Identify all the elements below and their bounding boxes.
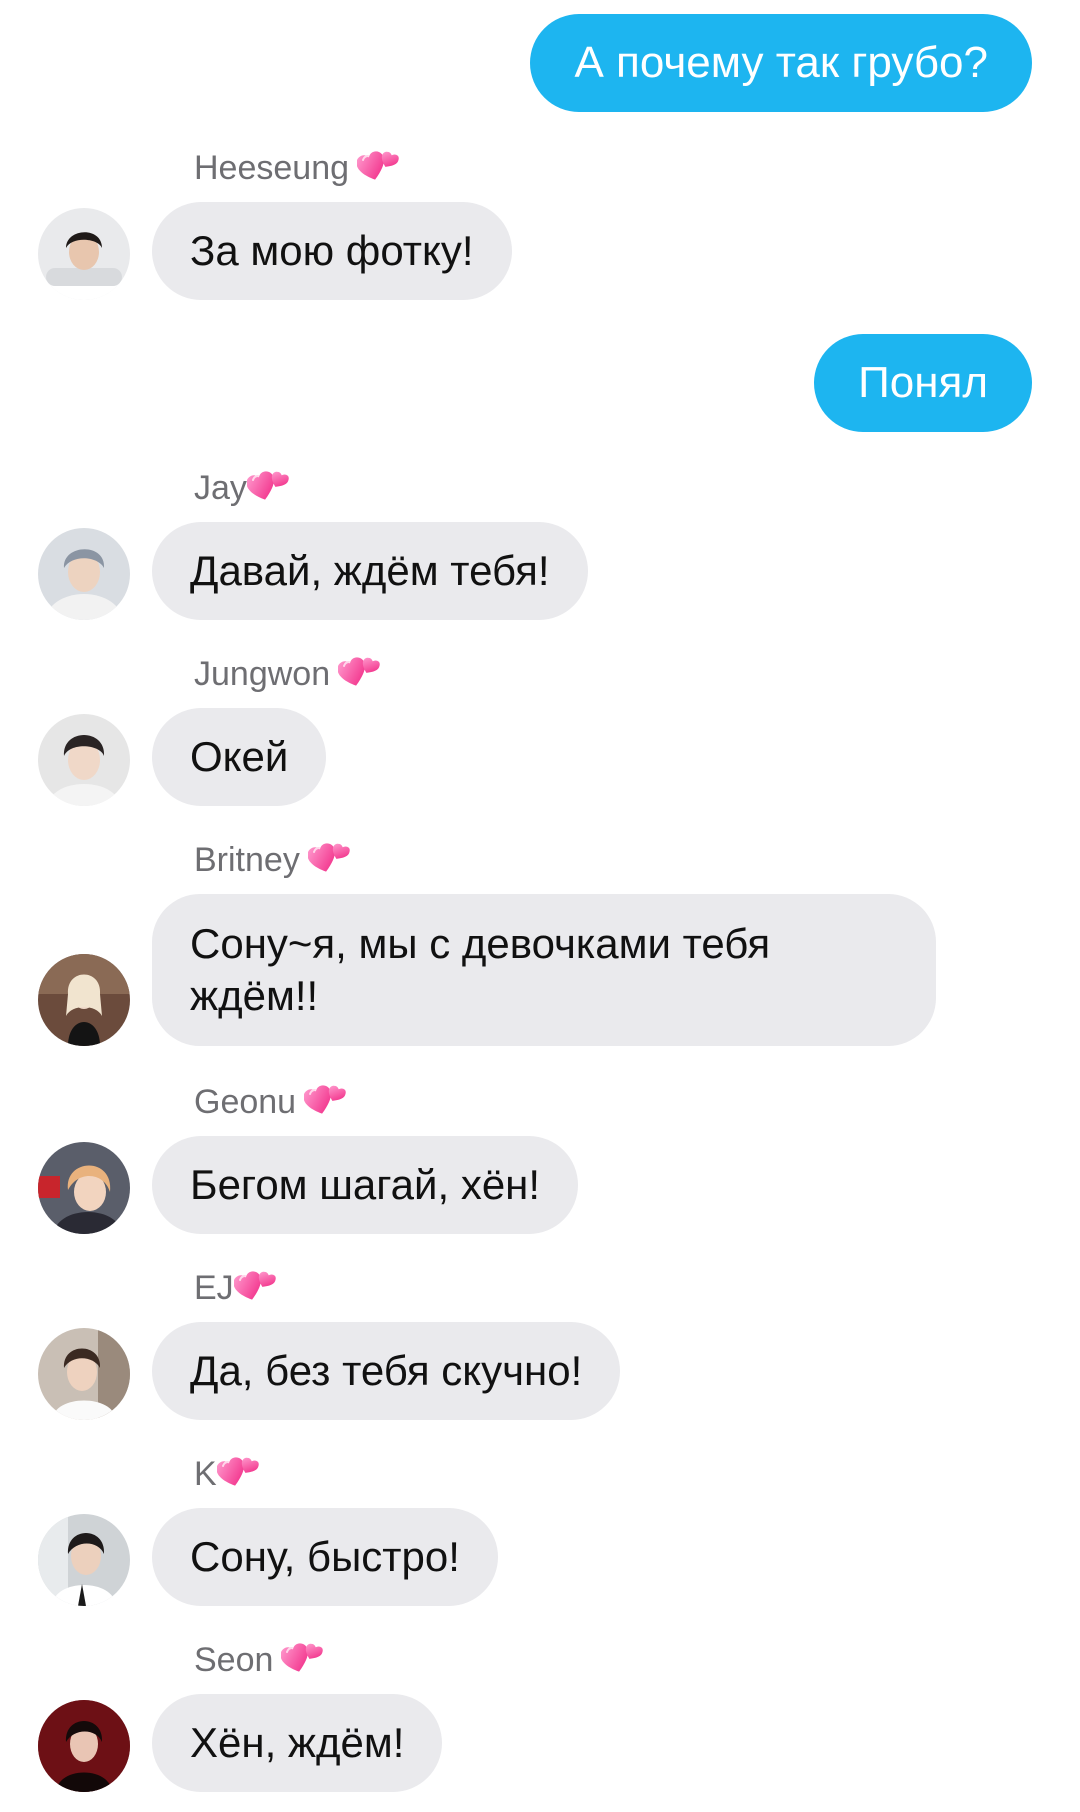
incoming-message[interactable]: Бегом шагай, хён! xyxy=(152,1136,579,1234)
sender-name: Geonu xyxy=(194,1080,346,1124)
two-hearts-icon xyxy=(247,470,289,506)
sender-name-text: Heeseung xyxy=(194,148,350,187)
two-hearts-icon xyxy=(304,1084,346,1120)
outgoing-message[interactable]: А почему так грубо? xyxy=(530,14,1032,112)
two-hearts-icon xyxy=(357,150,399,186)
avatar[interactable] xyxy=(38,1142,130,1234)
sender-name: Heeseung xyxy=(194,146,399,190)
incoming-message[interactable]: За мою фотку! xyxy=(152,202,512,300)
two-hearts-icon xyxy=(281,1642,323,1678)
incoming-message[interactable]: Окей xyxy=(152,708,327,806)
incoming-message[interactable]: Сону~я, мы с девочками тебя ждём!! xyxy=(152,894,936,1046)
sender-name-text: Geonu xyxy=(194,1082,297,1121)
two-hearts-icon xyxy=(234,1270,276,1306)
sender-name-text: Jungwon xyxy=(194,654,331,693)
two-hearts-icon xyxy=(308,842,350,878)
two-hearts-icon xyxy=(338,656,380,692)
sender-name: Jay xyxy=(194,466,289,510)
outgoing-message[interactable]: Понял xyxy=(814,334,1032,432)
two-hearts-icon xyxy=(217,1456,259,1492)
avatar[interactable] xyxy=(38,1700,130,1792)
sender-name-text: Jay xyxy=(194,468,247,507)
incoming-message[interactable]: Да, без тебя скучно! xyxy=(152,1322,621,1420)
sender-name: EJ xyxy=(194,1266,276,1310)
incoming-message[interactable]: Хён, ждём! xyxy=(152,1694,443,1792)
sender-name: Seon xyxy=(194,1638,323,1682)
sender-name-text: K xyxy=(194,1454,217,1493)
sender-name-text: Britney xyxy=(194,840,300,879)
incoming-message[interactable]: Сону, быстро! xyxy=(152,1508,498,1606)
chat-thread: А почему так грубо? Heeseung За мою фотк… xyxy=(0,0,1080,1812)
incoming-message[interactable]: Давай, ждём тебя! xyxy=(152,522,588,620)
avatar[interactable] xyxy=(38,954,130,1046)
avatar[interactable] xyxy=(38,714,130,806)
sender-name-text: EJ xyxy=(194,1268,234,1307)
avatar[interactable] xyxy=(38,208,130,300)
avatar[interactable] xyxy=(38,528,130,620)
sender-name: Jungwon xyxy=(194,652,380,696)
sender-name: K xyxy=(194,1452,259,1496)
sender-name: Britney xyxy=(194,838,350,882)
sender-name-text: Seon xyxy=(194,1640,274,1679)
avatar[interactable] xyxy=(38,1514,130,1606)
avatar[interactable] xyxy=(38,1328,130,1420)
